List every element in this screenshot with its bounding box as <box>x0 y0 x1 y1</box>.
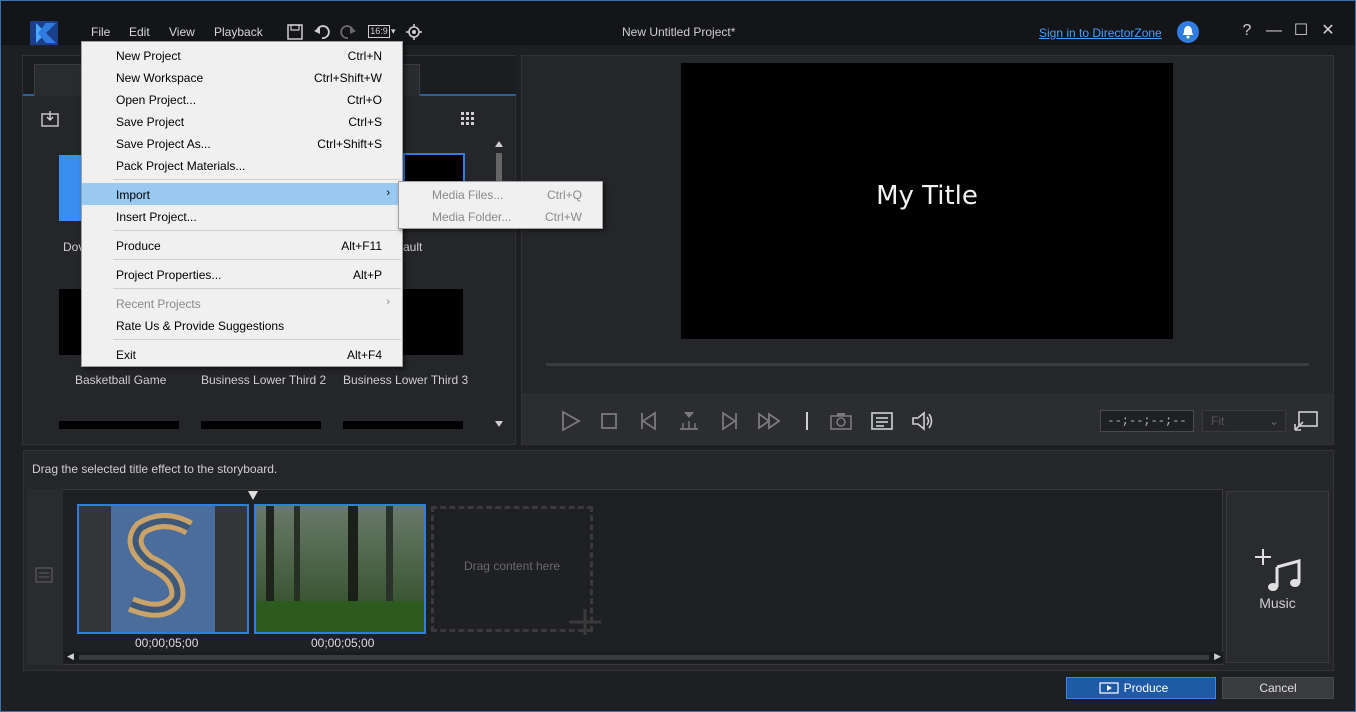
split-icon[interactable] <box>677 409 701 433</box>
preview-seek-bar[interactable] <box>546 363 1309 366</box>
submenu-item-media-folder[interactable]: Media Folder... Ctrl+W <box>399 205 602 227</box>
storyboard-clip[interactable] <box>77 504 249 634</box>
menu-separator <box>113 230 401 231</box>
menu-edit[interactable]: Edit <box>129 25 150 39</box>
external-display-icon[interactable] <box>1293 410 1319 432</box>
menu-item-save-project[interactable]: Save Project Ctrl+S <box>82 110 402 132</box>
clip-duration: 00;00;05;00 <box>311 636 375 650</box>
menu-view[interactable]: View <box>169 25 195 39</box>
title-thumbnail[interactable] <box>59 155 81 221</box>
music-label: Music <box>1259 595 1296 611</box>
stop-icon[interactable] <box>597 409 621 433</box>
aspect-ratio-selector[interactable]: 16:9 <box>368 25 390 38</box>
drop-zone-label: Drag content here <box>463 559 561 573</box>
previous-frame-icon[interactable] <box>637 409 661 433</box>
menu-item-insert-project[interactable]: Insert Project... <box>82 205 402 227</box>
subtitle-icon[interactable] <box>870 409 894 433</box>
chevron-right-icon: › <box>386 296 390 308</box>
minimize-button[interactable]: — <box>1264 21 1284 41</box>
add-music-icon <box>1255 549 1301 591</box>
timecode-display[interactable]: --;--;--;-- <box>1100 410 1194 432</box>
title-thumbnail[interactable] <box>201 421 321 429</box>
thumbnail-label: Business Lower Third 3 <box>343 373 469 387</box>
import-folder-icon[interactable] <box>40 110 60 128</box>
grid-view-icon[interactable] <box>460 111 476 127</box>
submenu-item-media-files[interactable]: Media Files... Ctrl+Q <box>399 183 602 205</box>
volume-icon[interactable] <box>911 409 935 433</box>
scroll-left-icon[interactable]: ◀ <box>67 651 74 662</box>
preview-title-text: My Title <box>876 181 978 211</box>
menu-item-project-properties[interactable]: Project Properties... Alt+P <box>82 263 402 285</box>
add-clip-icon[interactable] <box>567 607 603 637</box>
notification-bell-icon[interactable] <box>1177 21 1199 43</box>
thumbnail-label: Basketball Game <box>75 373 167 387</box>
app-logo-icon <box>30 21 58 45</box>
title-thumbnail[interactable] <box>343 421 463 429</box>
thumbnail-label: Business Lower Third 2 <box>201 373 327 387</box>
menu-item-open-project[interactable]: Open Project... Ctrl+O <box>82 88 402 110</box>
produce-label: Produce <box>1123 681 1169 695</box>
produce-button[interactable]: Produce <box>1066 677 1216 699</box>
title-thumbnail[interactable] <box>59 421 179 429</box>
menu-file[interactable]: File <box>91 25 110 39</box>
zoom-fit-value: Fit <box>1211 414 1225 428</box>
scroll-thumb[interactable] <box>79 655 1209 660</box>
thumbnail-label: ault <box>403 240 423 254</box>
menu-item-new-workspace[interactable]: New Workspace Ctrl+Shift+W <box>82 66 402 88</box>
menu-separator <box>113 288 401 289</box>
scroll-right-icon[interactable]: ▶ <box>1214 651 1221 662</box>
menu-separator <box>113 259 401 260</box>
clip-thumbnail-logo <box>111 506 215 632</box>
storyboard-clip[interactable] <box>254 504 426 634</box>
redo-icon[interactable] <box>339 23 357 41</box>
snapshot-camera-icon[interactable] <box>829 409 853 433</box>
menu-item-recent-projects[interactable]: Recent Projects › <box>82 292 402 314</box>
menu-item-save-project-as[interactable]: Save Project As... Ctrl+Shift+S <box>82 132 402 154</box>
clip-thumbnail-forest <box>256 506 424 632</box>
save-icon[interactable] <box>286 23 304 41</box>
chevron-down-icon: ⌄ <box>1268 414 1279 428</box>
menu-separator <box>113 339 401 340</box>
storyboard-view-icon[interactable] <box>34 566 54 584</box>
toolbar-divider <box>806 412 808 430</box>
settings-gear-icon[interactable] <box>405 23 423 41</box>
menu-item-pack-project-materials[interactable]: Pack Project Materials... <box>82 154 402 176</box>
chevron-down-icon[interactable]: ▾ <box>391 26 396 37</box>
storyboard-scrollbar[interactable]: ◀ ▶ <box>65 651 1223 663</box>
playhead-marker-icon[interactable] <box>247 490 259 502</box>
cancel-button[interactable]: Cancel <box>1222 677 1334 699</box>
menu-item-produce[interactable]: Produce Alt+F11 <box>82 234 402 256</box>
storyboard-hint: Drag the selected title effect to the st… <box>32 462 278 476</box>
menu-separator <box>113 179 401 180</box>
menu-item-exit[interactable]: Exit Alt+F4 <box>82 343 402 365</box>
play-icon[interactable] <box>558 409 582 433</box>
next-frame-icon[interactable] <box>717 409 741 433</box>
fast-forward-icon[interactable] <box>757 409 781 433</box>
maximize-button[interactable]: ☐ <box>1291 21 1311 41</box>
help-button[interactable]: ? <box>1237 21 1257 41</box>
clip-duration: 00;00;05;00 <box>135 636 199 650</box>
sign-in-link[interactable]: Sign in to DirectorZone <box>1039 26 1162 40</box>
menu-item-new-project[interactable]: New Project Ctrl+N <box>82 44 402 66</box>
zoom-fit-select[interactable]: Fit ⌄ <box>1202 410 1286 432</box>
window-title: New Untitled Project* <box>622 25 736 39</box>
menu-item-import[interactable]: Import › <box>82 183 402 205</box>
chevron-right-icon: › <box>386 187 390 199</box>
close-button[interactable]: ✕ <box>1318 21 1338 41</box>
menu-item-rate-us[interactable]: Rate Us & Provide Suggestions <box>82 314 402 336</box>
menu-playback[interactable]: Playback <box>214 25 263 39</box>
undo-icon[interactable] <box>313 23 331 41</box>
